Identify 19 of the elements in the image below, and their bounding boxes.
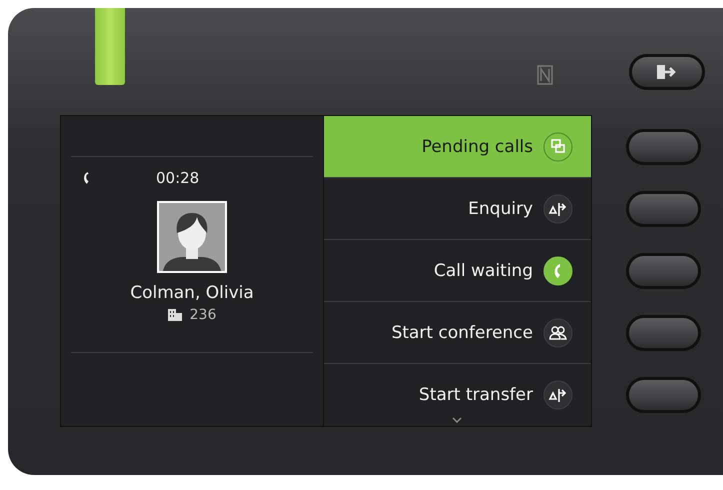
softkey-button[interactable] — [626, 191, 701, 227]
handset-icon — [543, 256, 573, 286]
softkey-button[interactable] — [626, 377, 701, 413]
extension-number: 236 — [190, 307, 216, 323]
softkey-button[interactable] — [626, 315, 701, 351]
building-icon — [168, 309, 182, 321]
handset-icon — [81, 171, 91, 185]
exit-button[interactable] — [629, 54, 705, 90]
people-icon — [543, 318, 573, 348]
chevron-down-icon — [452, 417, 462, 423]
windows-icon — [543, 132, 573, 162]
nfc-icon — [537, 65, 553, 85]
exit-icon — [656, 64, 678, 80]
call-duration: 00:28 — [156, 169, 200, 187]
caller-name: Colman, Olivia — [130, 283, 254, 303]
menu-item[interactable]: Pending calls — [324, 116, 591, 178]
softkey-button[interactable] — [626, 253, 701, 289]
avatar-silhouette — [157, 201, 227, 273]
softkey-button[interactable] — [626, 129, 701, 165]
